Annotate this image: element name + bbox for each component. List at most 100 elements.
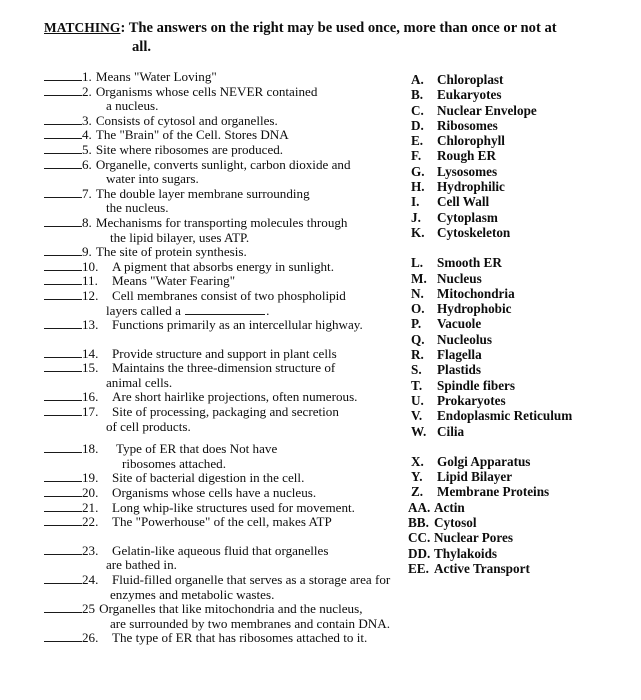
answer-blank-line[interactable] [44, 274, 82, 286]
answer-key: G. [411, 163, 425, 179]
question-text-continuation: are bathed in. [106, 557, 177, 573]
answer-blank-line[interactable] [44, 544, 82, 555]
answer-key: J. [411, 209, 421, 225]
question-text: The site of protein synthesis. [95, 244, 247, 260]
question-text: Organelles that like mitochondria and th… [99, 601, 363, 617]
question-row: 7. The double layer membrane surrounding [44, 186, 396, 202]
answer-blank-line[interactable] [44, 347, 82, 358]
question-text: Provide structure and support in plant c… [112, 345, 337, 361]
answer-blank-line[interactable] [44, 128, 82, 140]
answer-blank-line[interactable] [44, 245, 82, 257]
answer-key: P. [411, 316, 422, 332]
question-text: Gelatin-like aqueous fluid that organell… [112, 542, 329, 558]
answer-row: N. Mitochondria [408, 286, 633, 301]
answer-row: J. Cytoplasm [408, 210, 633, 225]
answer-row: V. Endoplasmic Reticulum [408, 408, 633, 423]
question-row: 16. Are short hairlike projections, often… [44, 390, 396, 405]
question-number: 21. [82, 499, 99, 515]
question-text-continuation: the lipid bilayer, uses ATP. [110, 229, 250, 245]
question-text-continuation: are surrounded by two membranes and cont… [110, 615, 390, 631]
question-text: Organisms whose cells NEVER contained [95, 83, 318, 99]
answer-blank-line[interactable] [44, 260, 82, 271]
answer-key: U. [411, 392, 424, 408]
answer-row: T. Spindle fibers [408, 378, 633, 393]
answer-blank-line[interactable] [44, 471, 82, 483]
question-row: 15. Maintains the three-dimension structu… [44, 361, 396, 376]
answer-blank-line[interactable] [44, 631, 82, 643]
question-number: 2. [82, 83, 92, 99]
answer-blank-line[interactable] [44, 602, 82, 614]
answer-value: Rough ER [437, 148, 496, 164]
answer-blank-line[interactable] [44, 515, 82, 527]
answer-key: X. [411, 453, 424, 469]
answer-key: EE. [408, 560, 429, 576]
answer-blank-line[interactable] [44, 216, 82, 227]
answers-group-spacer [408, 439, 633, 454]
question-row: 10. A pigment that absorbs energy in sunl… [44, 258, 396, 275]
answer-key: AA. [408, 499, 431, 515]
question-row: 4. The "Brain" of the Cell. Stores DNA [44, 128, 396, 143]
answer-row: E. Chlorophyll [408, 133, 633, 148]
answer-value: Thylakoids [434, 545, 498, 561]
question-number: 10. [82, 258, 99, 274]
answer-value: Mitochondria [437, 285, 515, 301]
answer-blank-line[interactable] [44, 442, 82, 454]
answers-group-3: X. Golgi Apparatus Y. Lipid Bilayer Z. Membra… [408, 454, 633, 576]
answer-blank-line[interactable] [44, 405, 82, 417]
question-row: 25 Organelles that like mitochondria and … [44, 602, 396, 617]
answer-blank-line[interactable] [44, 114, 82, 125]
answer-key: Q. [411, 331, 425, 347]
question-row: 26. The type of ER that has ribosomes att… [44, 631, 396, 646]
question-text: Means "Water Fearing" [112, 273, 236, 289]
question-number: 9. [82, 244, 92, 260]
answer-value: Membrane Proteins [437, 484, 550, 500]
question-number: 24. [82, 572, 99, 587]
answer-key: W. [411, 423, 427, 439]
question-number: 16. [82, 389, 99, 405]
answer-value: Nuclear Envelope [437, 102, 537, 118]
question-row: 11. Means "Water Fearing" [44, 274, 396, 289]
answer-blank-line[interactable] [44, 318, 82, 330]
answer-row: D. Ribosomes [408, 118, 633, 133]
answer-row: H. Hydrophilic [408, 179, 633, 194]
question-number: 17. [82, 404, 99, 420]
answer-blank-line[interactable] [44, 70, 82, 81]
question-row: 8. Mechanisms for transporting molecules … [44, 215, 396, 231]
answer-key: C. [411, 102, 424, 118]
answer-blank-line[interactable] [44, 187, 82, 198]
answer-key: F. [411, 148, 422, 164]
answer-blank-line[interactable] [44, 85, 82, 96]
answers-group-2: L. Smooth ER M. Nucleus N. Mitochondria O. Hydr… [408, 255, 633, 439]
question-row: 12. Cell membranes consist of two phospho… [44, 287, 396, 304]
answer-blank-line[interactable] [44, 573, 82, 584]
inline-fill-blank[interactable] [185, 304, 266, 315]
answer-row: I. Cell Wall [408, 194, 633, 209]
question-text-continuation: enzymes and metabolic wastes. [110, 586, 275, 602]
answer-key: E. [411, 133, 424, 149]
answer-row: Q. Nucleolus [408, 332, 633, 347]
answer-row: S. Plastids [408, 362, 633, 377]
answer-value: Active Transport [434, 560, 530, 576]
answer-key: T. [411, 377, 423, 393]
answer-row: U. Prokaryotes [408, 393, 633, 408]
answer-blank-line[interactable] [44, 486, 82, 498]
answer-value: Lipid Bilayer [437, 469, 513, 485]
answer-blank-line[interactable] [44, 390, 82, 402]
answer-row: B. Eukaryotes [408, 87, 633, 102]
question-number: 12. [82, 287, 99, 303]
question-row: 18. Type of ER that does Not have [44, 442, 396, 457]
answer-key: Z. [411, 484, 424, 500]
answer-blank-line[interactable] [44, 361, 82, 373]
question-text: Type of ER that does Not have [116, 441, 278, 457]
answer-blank-line[interactable] [44, 143, 82, 154]
answer-key: BB. [408, 515, 429, 531]
answer-key: I. [411, 194, 420, 210]
matching-colon: : [120, 20, 126, 36]
answer-key: S. [411, 362, 422, 378]
answer-row: K. Cytoskeleton [408, 225, 633, 240]
answer-blank-line[interactable] [44, 158, 82, 169]
answer-value: Cytosol [434, 515, 477, 531]
answer-blank-line[interactable] [44, 501, 82, 512]
page-title: MATCHING: The answers on the right may b… [44, 18, 589, 57]
answer-blank-line[interactable] [44, 289, 82, 300]
